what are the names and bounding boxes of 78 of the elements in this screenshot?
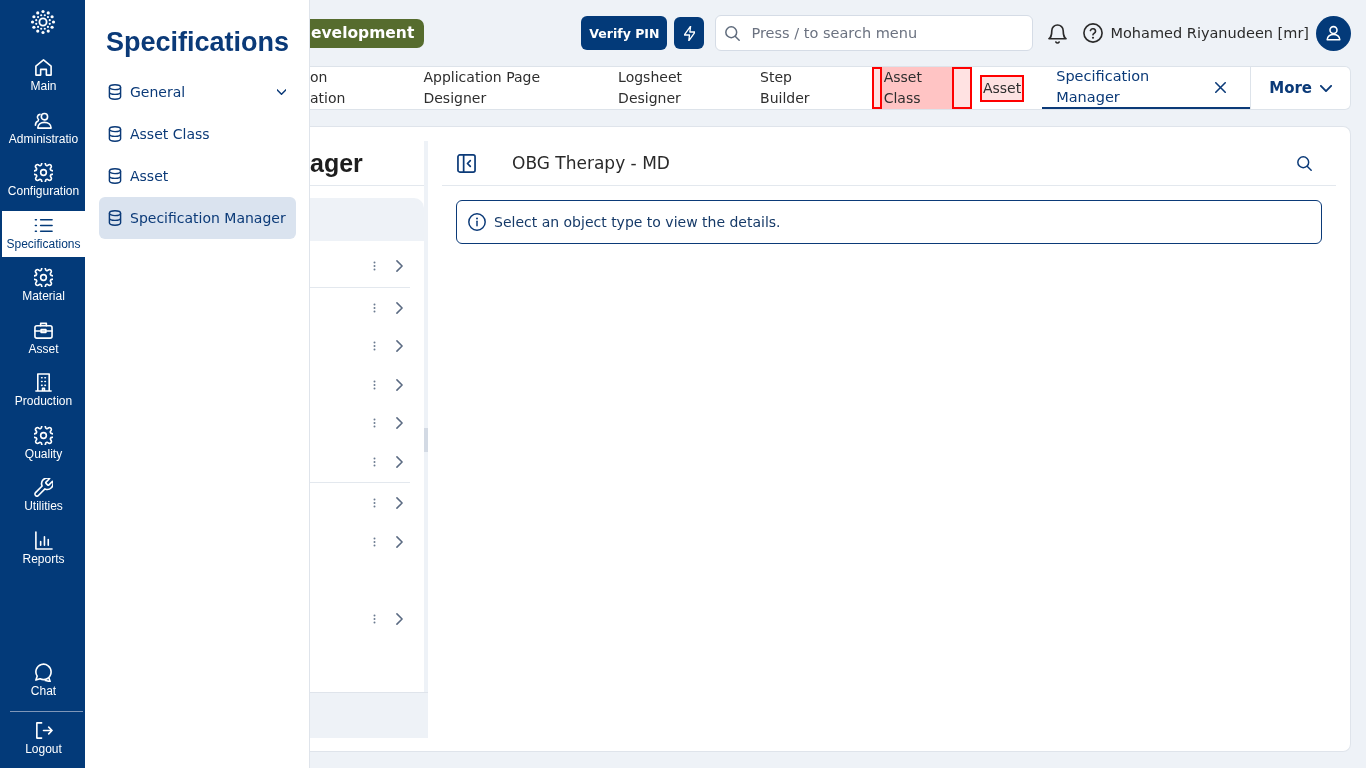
notification-bell-icon[interactable] <box>1048 22 1068 44</box>
nav-item[interactable]: Asset <box>2 315 85 362</box>
search-icon <box>725 25 741 41</box>
tab[interactable]: on ation <box>310 67 408 109</box>
kebab-menu-icon[interactable] <box>373 498 376 509</box>
chevron-right-icon[interactable] <box>396 497 403 510</box>
avatar-icon[interactable] <box>1316 15 1351 51</box>
nav-item[interactable]: Administratio <box>2 105 85 152</box>
search-icon[interactable] <box>1297 155 1312 171</box>
chevron-right-icon[interactable] <box>396 378 403 391</box>
building-icon <box>34 373 53 392</box>
kebab-menu-icon[interactable] <box>373 418 376 429</box>
chevron-right-icon[interactable] <box>396 260 403 273</box>
kebab-menu-icon[interactable] <box>373 536 376 547</box>
tab[interactable]: Step Builder <box>744 67 872 109</box>
chevron-right-icon[interactable] <box>396 301 403 314</box>
chevron-right-icon[interactable] <box>396 417 403 430</box>
search-field[interactable]: Press / to search menu <box>715 15 1034 51</box>
tab[interactable]: Specification Manager <box>1042 67 1251 109</box>
kebab-menu-icon[interactable] <box>373 302 376 313</box>
logo-icon <box>29 9 56 35</box>
nav-item[interactable]: Production <box>2 368 85 414</box>
kebab-menu-icon[interactable] <box>373 379 376 390</box>
chevron-right-icon[interactable] <box>396 455 403 468</box>
detail-title: OBG Therapy - MD <box>512 153 670 173</box>
nav-item[interactable]: Configuration <box>2 158 85 204</box>
lightning-icon <box>684 25 695 41</box>
kebab-menu-icon[interactable] <box>373 261 376 272</box>
nav-item[interactable]: Utilities <box>2 473 85 519</box>
database-icon <box>108 126 122 142</box>
database-icon <box>108 84 122 100</box>
menu-title: Specifications <box>106 26 291 58</box>
chevron-down-icon <box>1320 84 1332 92</box>
database-icon <box>108 168 122 184</box>
kebab-menu-icon[interactable] <box>373 341 376 352</box>
menu-item[interactable]: General <box>99 71 296 113</box>
close-icon[interactable] <box>1215 81 1227 93</box>
nav-item[interactable]: Quality <box>2 420 85 467</box>
gear-icon <box>34 425 53 445</box>
more-tabs-button[interactable]: More <box>1250 67 1350 109</box>
wrench-icon <box>34 478 53 497</box>
nav-item[interactable]: Logout <box>2 715 85 762</box>
tab[interactable]: Application Page Designer <box>407 67 603 109</box>
tab[interactable]: Asset <box>971 67 1043 109</box>
logout-icon <box>34 720 53 740</box>
collapse-panel-icon[interactable] <box>457 153 476 173</box>
scrollbar-thumb[interactable] <box>424 428 428 452</box>
verify-pin-button[interactable]: Verify PIN <box>581 16 668 50</box>
info-text: Select an object type to view the details. <box>494 214 781 230</box>
users-icon <box>34 110 53 130</box>
help-icon[interactable] <box>1083 23 1104 43</box>
home-icon <box>34 58 53 77</box>
gear-icon <box>34 268 53 287</box>
chevron-right-icon[interactable] <box>396 535 403 548</box>
user-name[interactable]: Mohamed Riyanudeen [mr] <box>1110 25 1309 41</box>
tab[interactable]: Logsheet Designer <box>602 67 745 109</box>
environment-badge: evelopment <box>310 18 425 48</box>
nav-item[interactable]: Main <box>2 53 85 99</box>
chat-bubble-icon <box>34 663 53 682</box>
nav-item[interactable]: Material <box>2 263 85 309</box>
menu-item[interactable]: Specification Manager <box>99 197 296 239</box>
tab[interactable]: Asset Class <box>871 67 972 109</box>
menu-item[interactable]: Asset Class <box>99 113 296 155</box>
menu-item[interactable]: Asset <box>99 155 296 197</box>
chevron-right-icon[interactable] <box>396 340 403 353</box>
nav-item[interactable]: Reports <box>2 525 85 572</box>
bar-chart-icon <box>34 530 53 550</box>
chevron-right-icon[interactable] <box>396 612 403 625</box>
quick-action-button[interactable] <box>674 17 705 49</box>
kebab-menu-icon[interactable] <box>373 456 376 467</box>
database-icon <box>108 210 122 226</box>
kebab-menu-icon[interactable] <box>373 613 376 624</box>
nav-item[interactable]: Specifications <box>2 210 85 257</box>
briefcase-icon <box>34 320 53 340</box>
panel-title: ager <box>310 148 363 178</box>
gear-icon <box>34 163 53 182</box>
nav-item[interactable]: Chat <box>2 658 85 704</box>
info-icon <box>468 213 486 231</box>
